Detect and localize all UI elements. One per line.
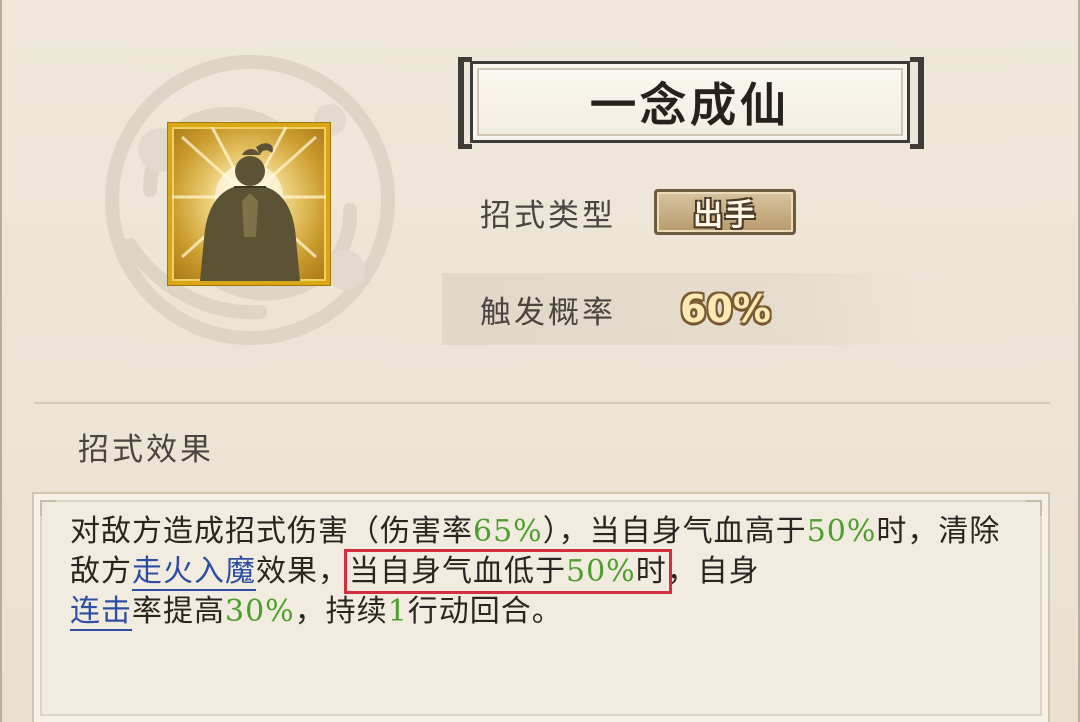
desc-text: 当自身气血低于 bbox=[349, 554, 566, 589]
hp-threshold-value: 50% bbox=[806, 514, 877, 549]
effect-section-title: 招式效果 bbox=[78, 432, 214, 468]
skill-name: 一念成仙 bbox=[590, 78, 790, 132]
status-link-combo[interactable]: 连击 bbox=[70, 594, 132, 631]
desc-text: 时 bbox=[635, 554, 667, 589]
desc-text: ，自身 bbox=[666, 554, 760, 589]
skill-icon-frame bbox=[168, 123, 330, 285]
section-divider bbox=[34, 402, 1050, 404]
skill-type-label: 招式类型 bbox=[480, 197, 616, 234]
hp-threshold-value: 50% bbox=[566, 554, 636, 589]
desc-text: 行动回合。 bbox=[407, 594, 563, 629]
skill-type-badge: 出手 bbox=[654, 189, 796, 235]
right-bracket-ornament bbox=[910, 57, 924, 149]
desc-text: 对敌方造成招式伤害（伤害率 bbox=[70, 514, 473, 549]
trigger-probability-row: 触发概率 60% bbox=[442, 273, 938, 345]
desc-text: 率提高 bbox=[132, 594, 225, 629]
duration-value: 1 bbox=[387, 594, 408, 629]
trigger-probability-value: 60% bbox=[680, 287, 771, 331]
effect-description: 对敌方造成招式伤害（伤害率65%），当自身气血高于50%时，清除敌方走火入魔效果… bbox=[70, 512, 1020, 632]
skill-detail-panel: 一念成仙 招式类型 出手 触发概率 60% 招式效果 对敌方造成招式伤害（伤害率… bbox=[0, 0, 1080, 722]
trigger-probability-label: 触发概率 bbox=[480, 294, 616, 331]
effect-description-panel: 对敌方造成招式伤害（伤害率65%），当自身气血高于50%时，清除敌方走火入魔效果… bbox=[32, 492, 1050, 722]
corner-ornament bbox=[1026, 500, 1042, 516]
combo-boost-value: 30% bbox=[225, 594, 295, 629]
corner-ornament bbox=[40, 500, 56, 516]
desc-text: ，持续 bbox=[294, 594, 388, 629]
damage-rate-value: 65% bbox=[473, 514, 543, 549]
skill-type-row: 招式类型 出手 bbox=[442, 176, 938, 248]
title-box: 一念成仙 bbox=[470, 61, 910, 143]
meditating-figure-icon bbox=[172, 127, 326, 281]
desc-text: ），当自身气血高于 bbox=[542, 514, 807, 549]
highlighted-condition: 当自身气血低于50%时 bbox=[344, 549, 672, 594]
skill-title-banner: 一念成仙 bbox=[458, 57, 924, 149]
desc-text: 效果， bbox=[256, 554, 349, 589]
status-link-zouhuorumo[interactable]: 走火入魔 bbox=[132, 554, 256, 591]
